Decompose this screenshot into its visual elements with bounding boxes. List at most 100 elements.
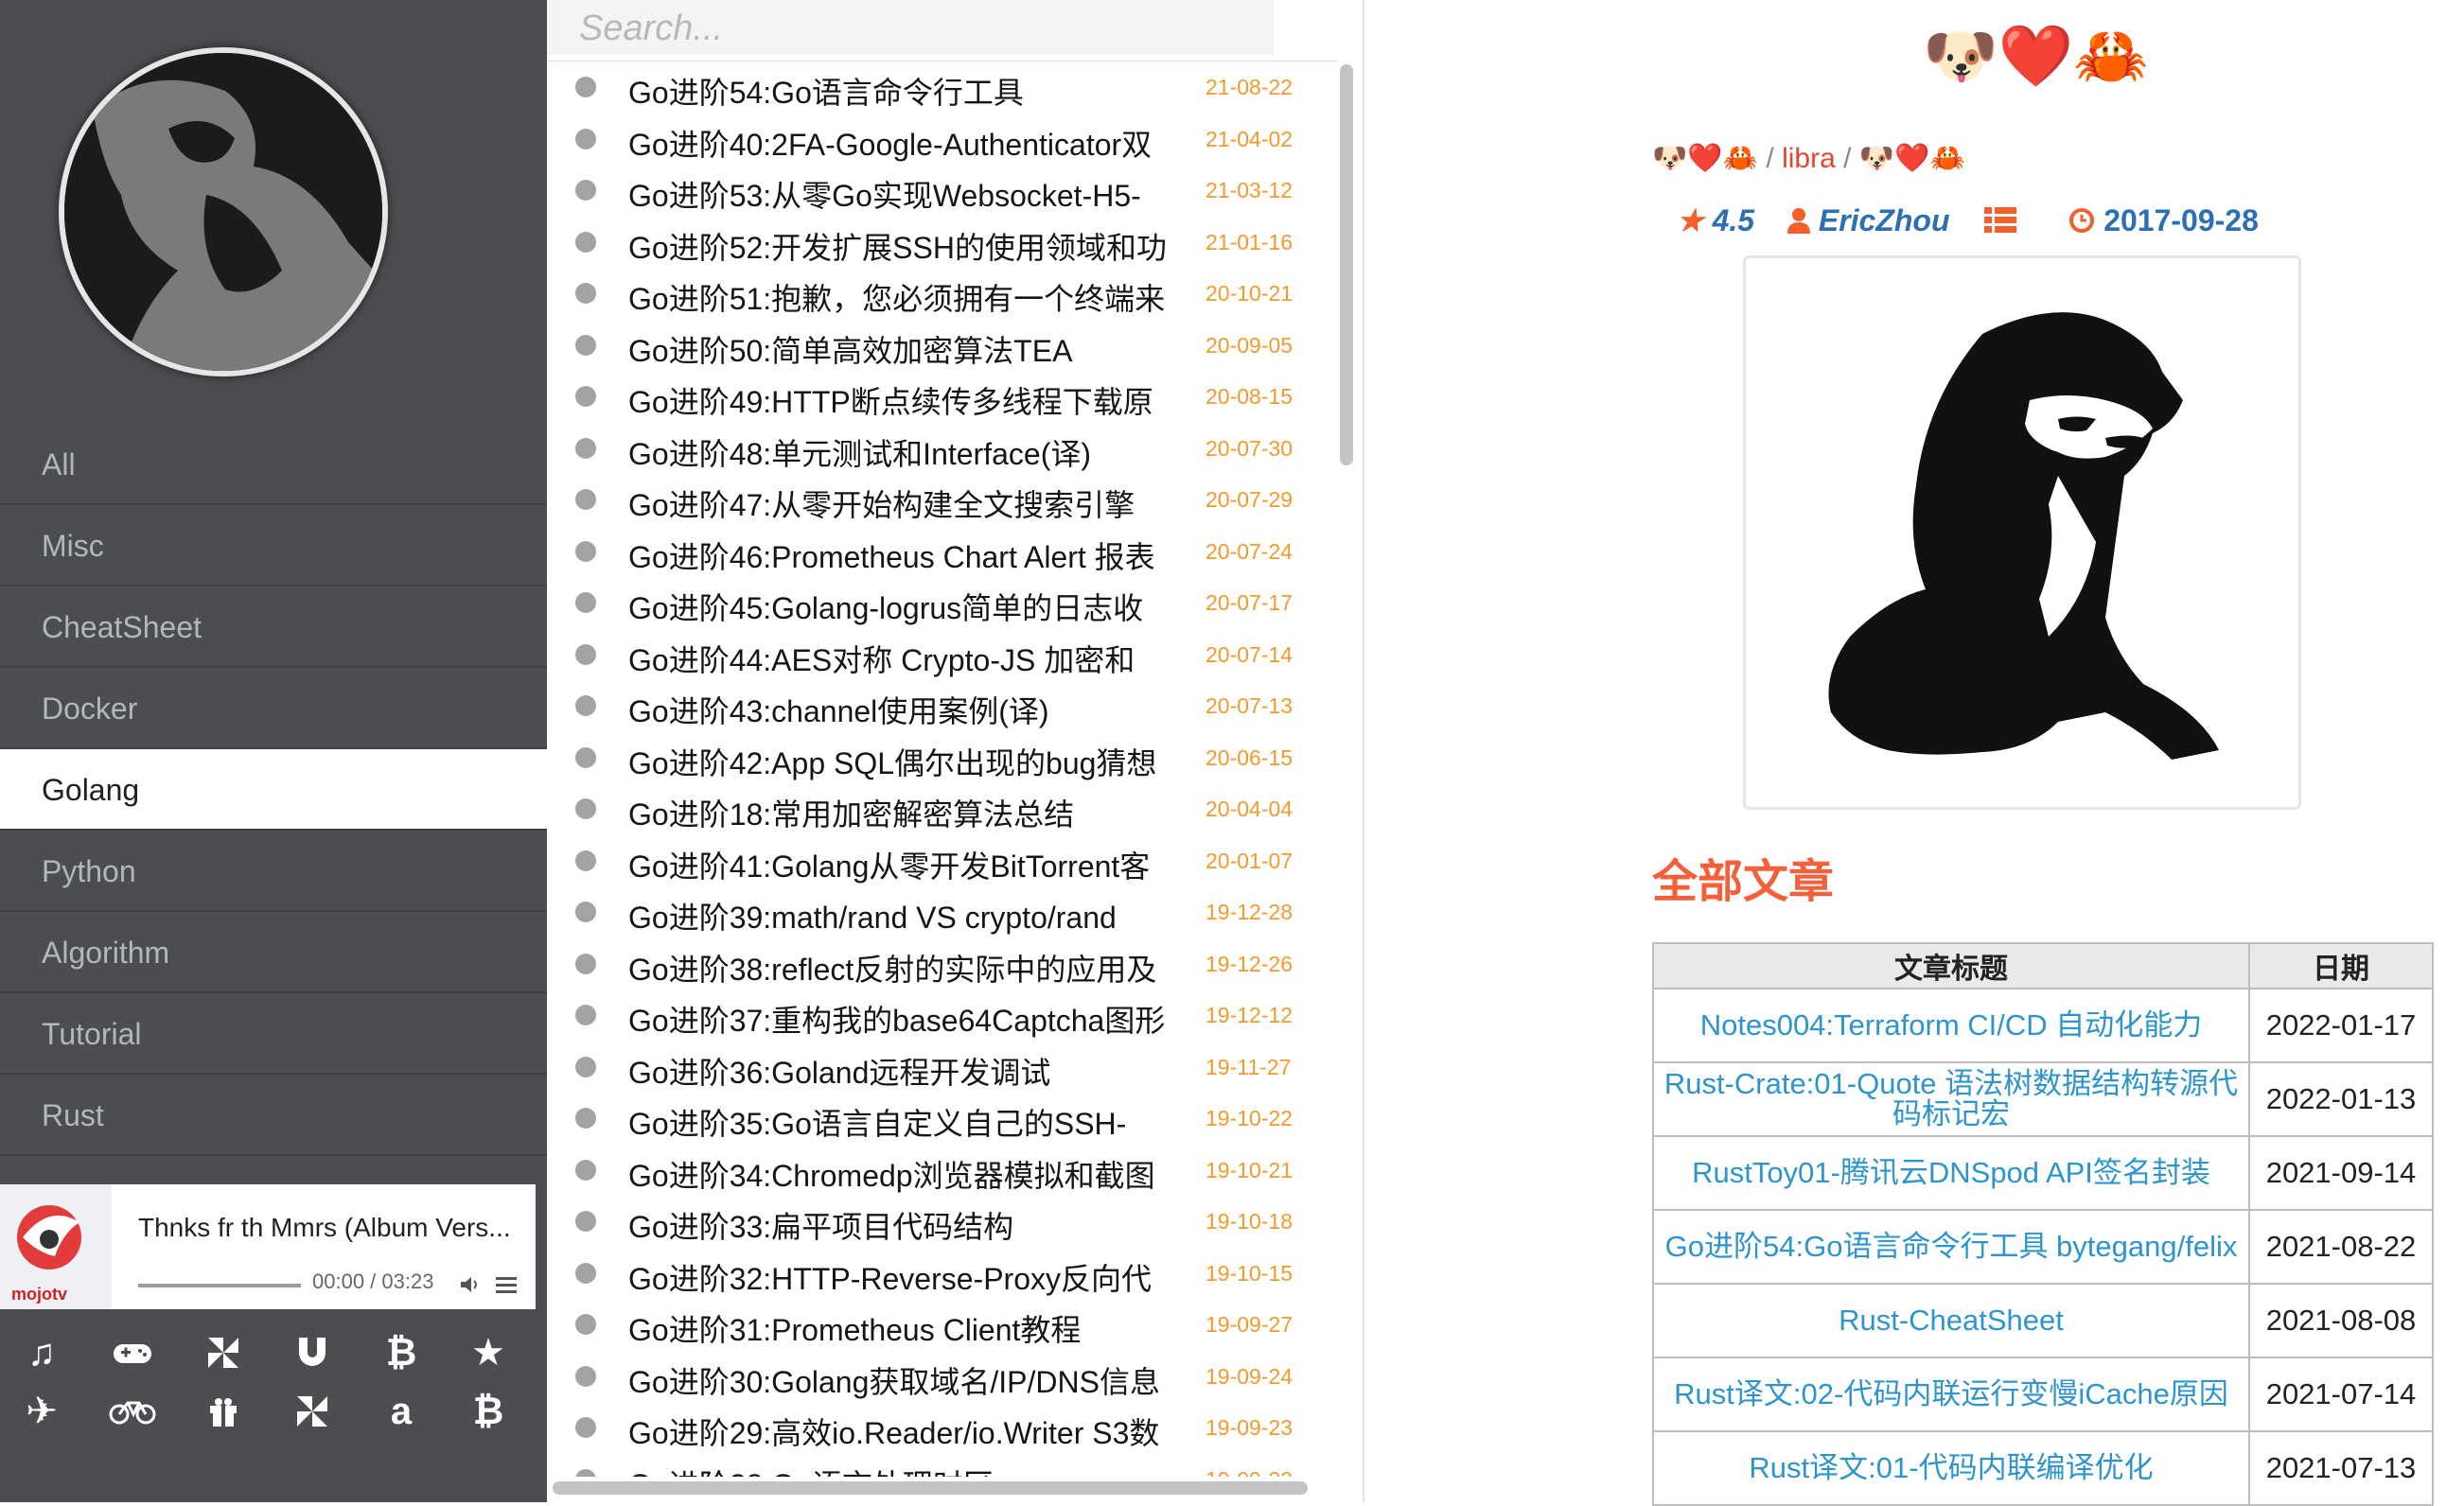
volume-icon[interactable]: [458, 1273, 481, 1296]
nav-item-algorithm[interactable]: Algorithm: [0, 912, 547, 993]
list-item-title[interactable]: Go进阶38:reflect反射的实际中的应用及: [628, 946, 1196, 989]
list-item[interactable]: Go进阶49:HTTP断点续传多线程下载原 20-08-15: [547, 371, 1338, 423]
plane-icon[interactable]: ✈: [13, 1383, 70, 1440]
list-item-title[interactable]: Go进阶34:Chromedp浏览器模拟和截图: [628, 1152, 1196, 1196]
list-item-title[interactable]: Go进阶28:Go语言处理时区: [628, 1462, 1196, 1478]
list-item[interactable]: Go进阶47:从零开始构建全文搜索引擎 20-07-29: [547, 474, 1338, 526]
list-item-title[interactable]: Go进阶44:AES对称 Crypto-JS 加密和: [628, 637, 1196, 680]
list-item[interactable]: Go进阶36:Goland远程开发调试 19-11-27: [547, 1042, 1338, 1094]
list-item[interactable]: Go进阶34:Chromedp浏览器模拟和截图 19-10-21: [547, 1145, 1338, 1197]
magnet-icon[interactable]: [284, 1324, 341, 1381]
music-icon[interactable]: ♫: [13, 1324, 70, 1381]
article-link[interactable]: Rust译文:02-代码内联运行变慢iCache原因: [1652, 1357, 2250, 1432]
list-item[interactable]: Go进阶51:抱歉，您必须拥有一个终端来 20-10-21: [547, 268, 1338, 320]
bullet-icon: [575, 953, 596, 974]
list-item-title[interactable]: Go进阶52:开发扩展SSH的使用领域和功: [628, 224, 1196, 268]
bicycle-icon[interactable]: [104, 1383, 161, 1440]
category-list-icon[interactable]: [1984, 203, 2068, 237]
list-item[interactable]: Go进阶35:Go语言自定义自己的SSH- 19-10-22: [547, 1093, 1338, 1145]
list-item-title[interactable]: Go进阶54:Go语言命令行工具: [628, 69, 1196, 113]
gift-icon[interactable]: [195, 1383, 252, 1440]
list-item-title[interactable]: Go进阶42:App SQL偶尔出现的bug猜想: [628, 740, 1196, 783]
list-item[interactable]: Go进阶50:简单高效加密算法TEA 20-09-05: [547, 320, 1338, 372]
nav-item-tutorial[interactable]: Tutorial: [0, 993, 547, 1075]
article-link[interactable]: Rust译文:01-代码内联编译优化: [1652, 1430, 2250, 1506]
list-item-title[interactable]: Go进阶48:单元测试和Interface(译): [628, 430, 1196, 474]
list-item-title[interactable]: Go进阶32:HTTP-Reverse-Proxy反向代: [628, 1255, 1196, 1299]
article-link[interactable]: RustToy01-腾讯云DNSpod API签名封装: [1652, 1135, 2250, 1211]
list-item[interactable]: Go进阶37:重构我的base64Captcha图形 19-12-12: [547, 989, 1338, 1042]
list-item[interactable]: Go进阶45:Golang-logrus简单的日志收 20-07-17: [547, 577, 1338, 629]
album-cover[interactable]: mojotv: [0, 1184, 112, 1309]
list-item[interactable]: Go进阶43:channel使用案例(译) 20-07-13: [547, 680, 1338, 732]
list-item-title[interactable]: Go进阶29:高效io.Reader/io.Writer S3数: [628, 1410, 1196, 1453]
list-item[interactable]: Go进阶52:开发扩展SSH的使用领域和功 21-01-16: [547, 217, 1338, 269]
article-link[interactable]: Go进阶54:Go语言命令行工具 bytegang/felix: [1652, 1209, 2250, 1285]
list-item[interactable]: Go进阶41:Golang从零开发BitTorrent客 20-01-07: [547, 835, 1338, 887]
horizontal-scrollbar[interactable]: [553, 1481, 1308, 1495]
list-item-title[interactable]: Go进阶39:math/rand VS crypto/rand: [628, 894, 1196, 937]
author-link[interactable]: EricZhou: [1819, 203, 1950, 237]
list-item[interactable]: Go进阶53:从零Go实现Websocket-H5- 21-03-12: [547, 165, 1338, 217]
avatar[interactable]: [59, 47, 388, 376]
list-item[interactable]: Go进阶31:Prometheus Client教程 19-09-27: [547, 1299, 1338, 1351]
list-item-title[interactable]: Go进阶41:Golang从零开发BitTorrent客: [628, 843, 1196, 886]
nav-item-rust[interactable]: Rust: [0, 1075, 547, 1156]
list-item[interactable]: Go进阶28:Go语言处理时区 19-09-22: [547, 1454, 1338, 1478]
bitcoin-icon[interactable]: ₿: [460, 1383, 517, 1440]
pinwheel-icon[interactable]: [284, 1383, 341, 1440]
list-item[interactable]: Go进阶48:单元测试和Interface(译) 20-07-30: [547, 423, 1338, 475]
nav-item-misc[interactable]: Misc: [0, 505, 547, 587]
list-item[interactable]: Go进阶42:App SQL偶尔出现的bug猜想 20-06-15: [547, 732, 1338, 784]
list-item-title[interactable]: Go进阶43:channel使用案例(译): [628, 688, 1196, 731]
list-item-title[interactable]: Go进阶45:Golang-logrus简单的日志收: [628, 585, 1196, 628]
playlist-menu-icon[interactable]: [496, 1277, 517, 1294]
list-item[interactable]: Go进阶33:扁平项目代码结构 19-10-18: [547, 1196, 1338, 1248]
bullet-icon: [575, 798, 596, 819]
list-item-title[interactable]: Go进阶37:重构我的base64Captcha图形: [628, 997, 1196, 1041]
list-item-title[interactable]: Go进阶51:抱歉，您必须拥有一个终端来: [628, 275, 1196, 319]
list-item[interactable]: Go进阶54:Go语言命令行工具 21-08-22: [547, 61, 1338, 114]
search-bar: [547, 0, 1274, 57]
list-item-title[interactable]: Go进阶18:常用加密解密算法总结: [628, 791, 1196, 834]
list-item-title[interactable]: Go进阶49:HTTP断点续传多线程下载原: [628, 378, 1196, 422]
bitcoin-icon[interactable]: ₿: [373, 1324, 430, 1381]
list-item[interactable]: Go进阶44:AES对称 Crypto-JS 加密和 20-07-14: [547, 629, 1338, 681]
list-item[interactable]: Go进阶39:math/rand VS crypto/rand 19-12-28: [547, 886, 1338, 938]
star-icon[interactable]: ★: [460, 1324, 517, 1381]
list-item-title[interactable]: Go进阶40:2FA-Google-Authenticator双: [628, 121, 1196, 165]
article-link[interactable]: Notes004:Terraform CI/CD 自动化能力: [1652, 988, 2250, 1063]
list-item-title[interactable]: Go进阶46:Prometheus Chart Alert 报表: [628, 534, 1196, 577]
nav-item-python[interactable]: Python: [0, 831, 547, 912]
list-item-title[interactable]: Go进阶31:Prometheus Client教程: [628, 1306, 1196, 1350]
amazon-icon[interactable]: a: [373, 1383, 430, 1440]
vertical-scrollbar[interactable]: [1340, 64, 1353, 465]
list-item-title[interactable]: Go进阶50:简单高效加密算法TEA: [628, 327, 1196, 371]
breadcrumb-libra[interactable]: libra: [1782, 143, 1836, 174]
article-link[interactable]: Rust-Crate:01-Quote 语法树数据结构转源代码标记宏: [1652, 1061, 2250, 1137]
list-item-title[interactable]: Go进阶36:Goland远程开发调试: [628, 1049, 1196, 1093]
list-item-title[interactable]: Go进阶33:扁平项目代码结构: [628, 1203, 1196, 1247]
nav-item-docker[interactable]: Docker: [0, 668, 547, 749]
list-item[interactable]: Go进阶32:HTTP-Reverse-Proxy反向代 19-10-15: [547, 1248, 1338, 1300]
list-item[interactable]: Go进阶30:Golang获取域名/IP/DNS信息 19-09-24: [547, 1351, 1338, 1403]
progress-bar[interactable]: [138, 1284, 301, 1287]
search-input[interactable]: [577, 0, 1262, 57]
list-item[interactable]: Go进阶40:2FA-Google-Authenticator双 21-04-02: [547, 114, 1338, 166]
gamepad-icon[interactable]: [104, 1324, 161, 1381]
article-link[interactable]: Rust-CheatSheet: [1652, 1283, 2250, 1358]
nav-item-golang[interactable]: Golang: [0, 749, 547, 831]
pinwheel-icon[interactable]: [195, 1324, 252, 1381]
rating-value: 4.5: [1712, 203, 1755, 237]
list-item-title[interactable]: Go进阶47:从零开始构建全文搜索引擎: [628, 482, 1196, 525]
list-item-title[interactable]: Go进阶35:Go语言自定义自己的SSH-: [628, 1100, 1196, 1144]
nav-item-cheatsheet[interactable]: CheatSheet: [0, 587, 547, 668]
list-item[interactable]: Go进阶18:常用加密解密算法总结 20-04-04: [547, 783, 1338, 835]
list-item[interactable]: Go进阶38:reflect反射的实际中的应用及 19-12-26: [547, 938, 1338, 990]
list-item-title[interactable]: Go进阶30:Golang获取域名/IP/DNS信息: [628, 1358, 1196, 1402]
list-item[interactable]: Go进阶46:Prometheus Chart Alert 报表 20-07-24: [547, 526, 1338, 578]
nav-item-all[interactable]: All: [0, 424, 547, 505]
list-item-title[interactable]: Go进阶53:从零Go实现Websocket-H5-: [628, 172, 1196, 216]
breadcrumb-home[interactable]: 🐶❤️🦀: [1652, 143, 1758, 174]
list-item[interactable]: Go进阶29:高效io.Reader/io.Writer S3数 19-09-23: [547, 1402, 1338, 1454]
